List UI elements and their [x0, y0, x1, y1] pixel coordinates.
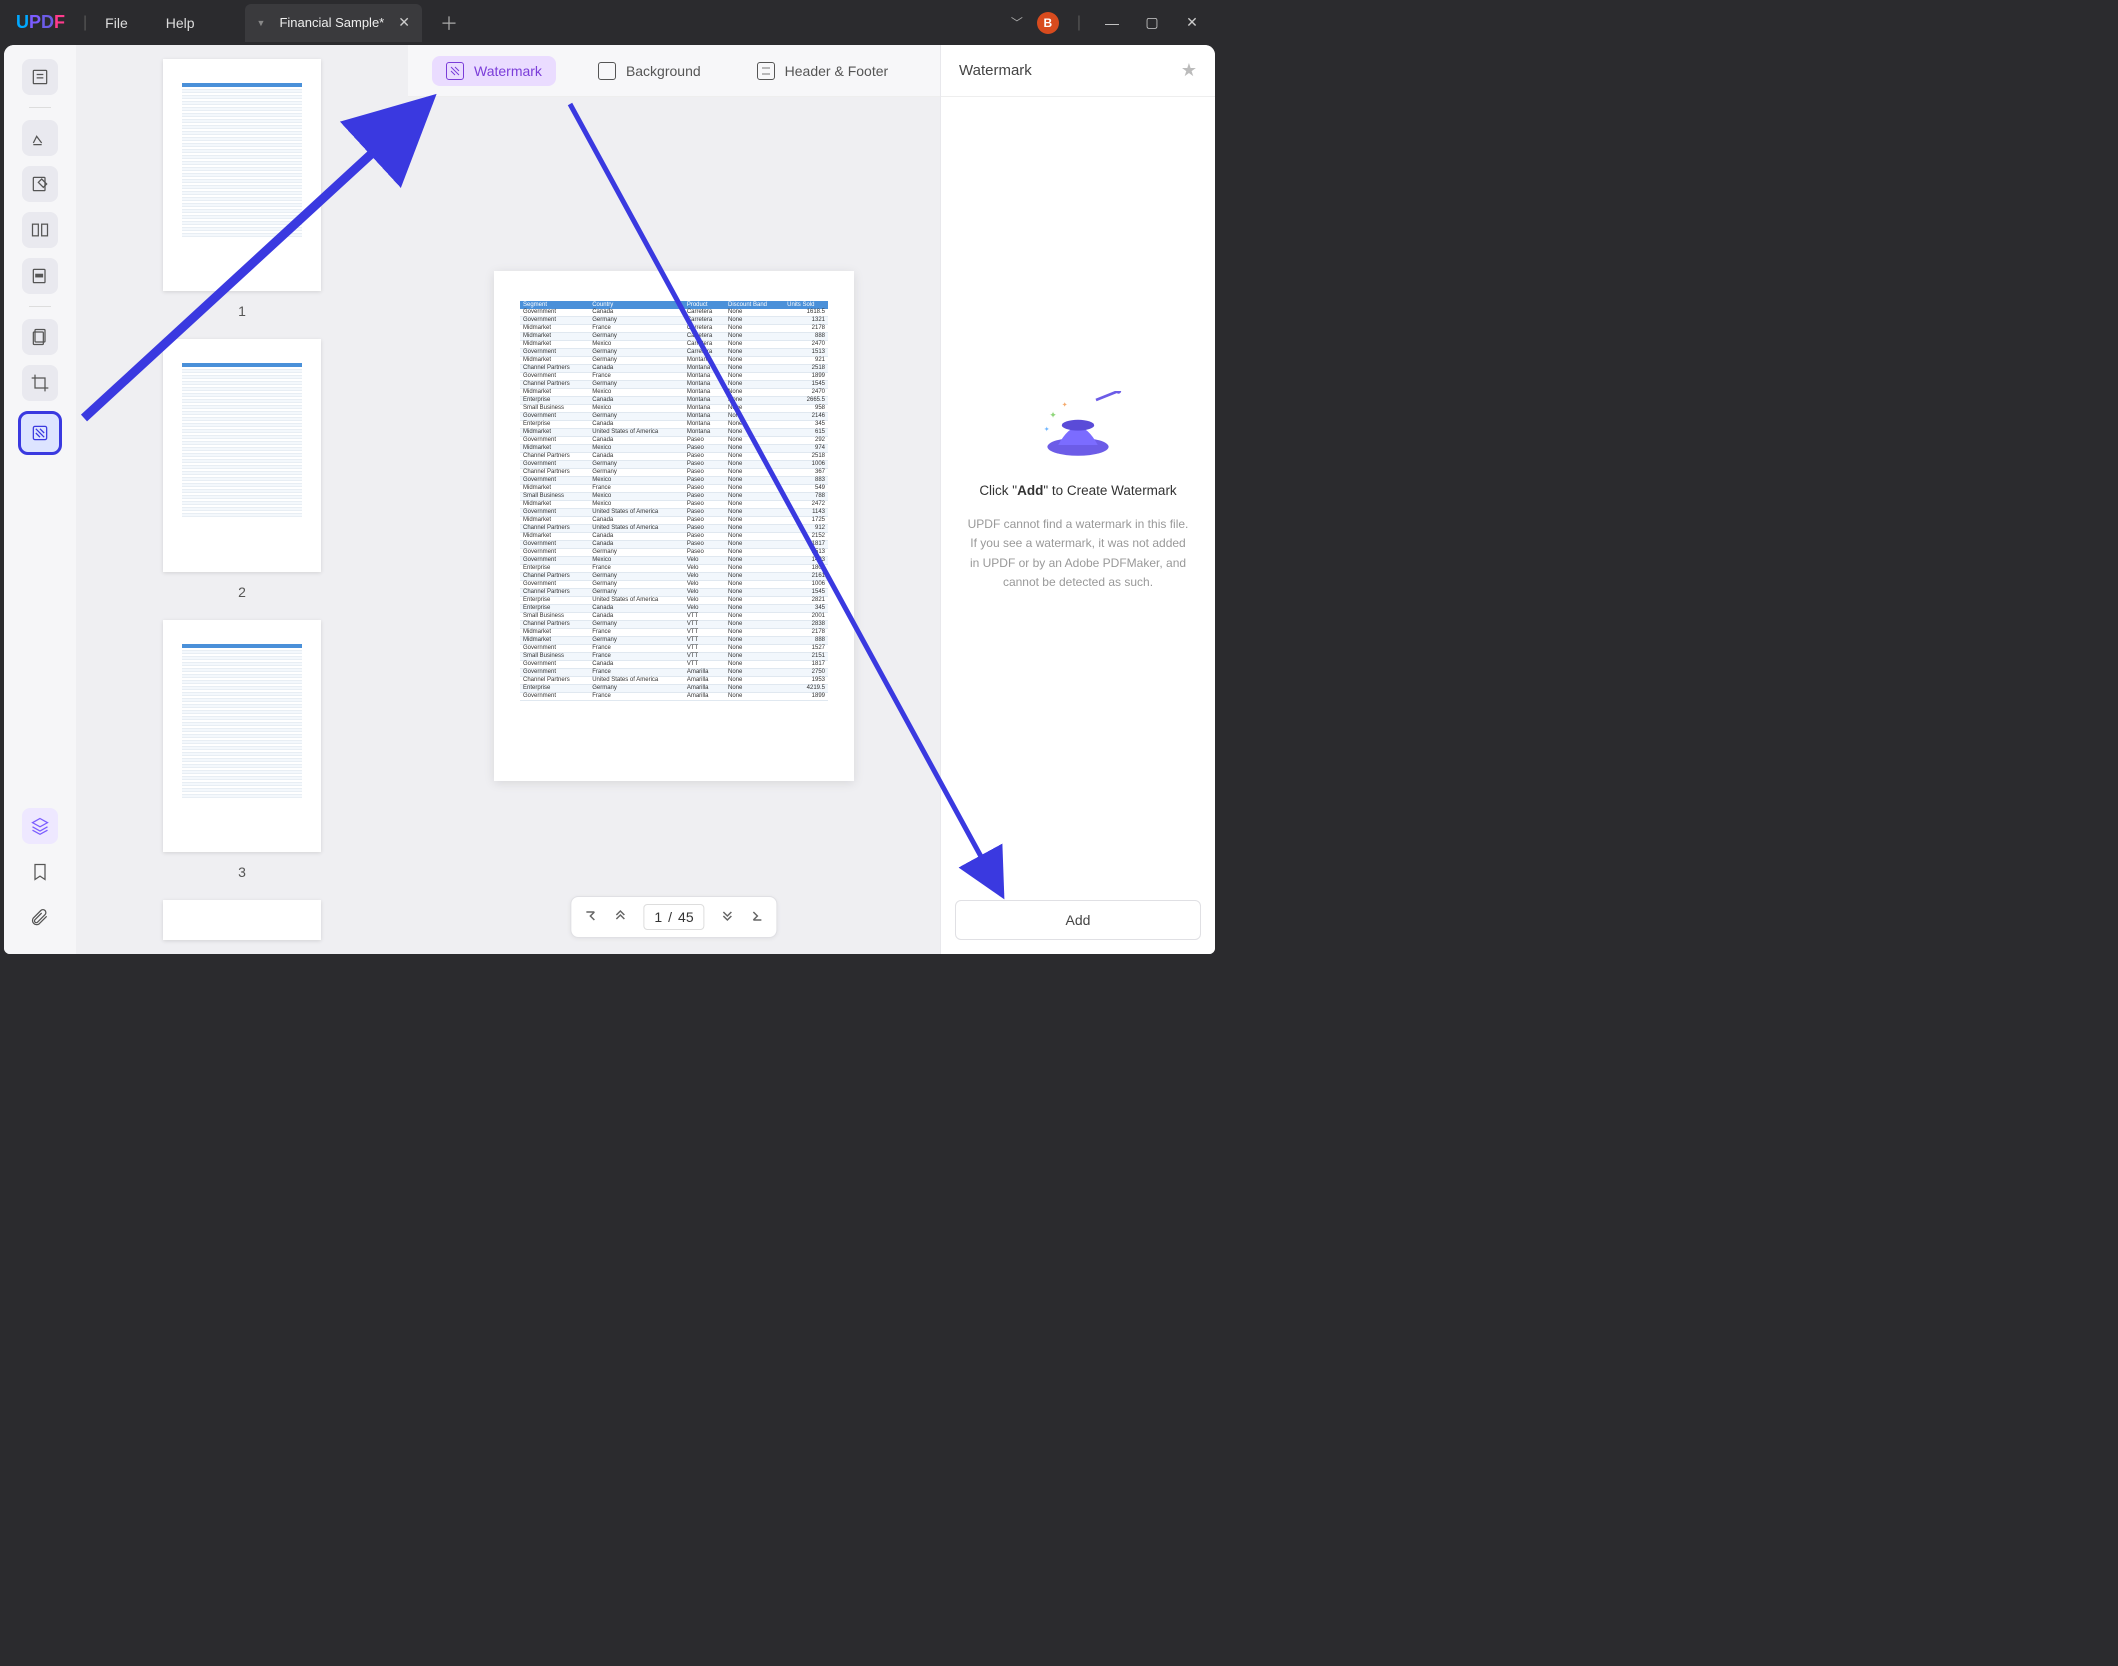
current-page: 1 — [654, 909, 662, 925]
tab-label: Watermark — [474, 63, 542, 79]
page-navigator: 1 / 45 — [570, 896, 777, 938]
page-thumbnail-2[interactable] — [163, 339, 321, 571]
favorite-icon[interactable]: ★ — [1181, 60, 1197, 81]
watermark-tool[interactable] — [18, 411, 62, 455]
user-avatar[interactable]: B — [1037, 12, 1059, 34]
magic-hat-illustration: ✦ ✦ ✦ — [1033, 391, 1123, 461]
watermark-panel: Watermark ★ ✦ ✦ ✦ Click "Add" to Create Wa… — [940, 45, 1215, 954]
document-viewport[interactable]: SegmentCountryProductDiscount BandUnits … — [408, 97, 940, 954]
attachment-tool[interactable] — [22, 900, 58, 936]
svg-text:✦: ✦ — [1062, 400, 1068, 409]
crop-tool[interactable] — [22, 365, 58, 401]
page-thumbnail-1[interactable] — [163, 59, 321, 291]
watermark-icon — [446, 62, 464, 80]
separator: | — [83, 14, 87, 32]
thumb-page-number: 2 — [238, 584, 246, 600]
financial-table: SegmentCountryProductDiscount BandUnits … — [520, 301, 828, 701]
document-page: SegmentCountryProductDiscount BandUnits … — [494, 271, 854, 781]
panel-title: Watermark — [959, 62, 1032, 79]
thumb-page-number: 1 — [238, 303, 246, 319]
left-toolbar — [4, 45, 76, 954]
sidebar-bottom — [22, 808, 58, 954]
page-tools-tabs: Watermark Background Header & Footer — [408, 45, 940, 97]
first-page-icon[interactable] — [583, 909, 597, 926]
tab-label: Header & Footer — [785, 63, 889, 79]
next-page-icon[interactable] — [721, 909, 735, 926]
center-area: Watermark Background Header & Footer Seg… — [408, 45, 940, 954]
organize-tool[interactable] — [22, 212, 58, 248]
page-thumbnail-3[interactable] — [163, 620, 321, 852]
account-dropdown-icon[interactable]: ﹀ — [1011, 14, 1023, 31]
close-tab-icon[interactable]: ✕ — [398, 14, 410, 31]
maximize-icon[interactable]: ▢ — [1139, 14, 1165, 31]
titlebar: UPDF | File Help ▼ Financial Sample* ✕ ＋… — [0, 0, 1219, 45]
tab-dropdown-icon[interactable]: ▼ — [257, 18, 266, 28]
layers-tool[interactable] — [22, 808, 58, 844]
titlebar-right: ﹀ B | — ▢ ✕ — [1011, 12, 1219, 34]
menu-help[interactable]: Help — [166, 15, 195, 31]
tab-header-footer[interactable]: Header & Footer — [743, 56, 903, 86]
tab-label: Background — [626, 63, 701, 79]
empty-state-subtext: UPDF cannot find a watermark in this fil… — [965, 515, 1191, 592]
edit-tool[interactable] — [22, 166, 58, 202]
thumbnail-panel[interactable]: 1 2 3 — [76, 45, 408, 954]
separator: | — [1077, 14, 1081, 32]
header-footer-icon — [757, 62, 775, 80]
new-tab-button[interactable]: ＋ — [440, 10, 458, 36]
separator — [29, 306, 51, 307]
app-logo: UPDF — [16, 12, 65, 33]
menu-file[interactable]: File — [105, 15, 128, 31]
redact-tool[interactable] — [22, 258, 58, 294]
svg-text:✦: ✦ — [1049, 410, 1057, 420]
document-tab[interactable]: ▼ Financial Sample* ✕ — [245, 4, 422, 42]
minimize-icon[interactable]: — — [1099, 15, 1125, 31]
tab-watermark[interactable]: Watermark — [432, 56, 556, 86]
prev-page-icon[interactable] — [613, 909, 627, 926]
close-window-icon[interactable]: ✕ — [1179, 14, 1205, 31]
svg-text:✦: ✦ — [1044, 425, 1050, 434]
page-input[interactable]: 1 / 45 — [643, 904, 704, 930]
page-tool[interactable] — [22, 319, 58, 355]
panel-body: ✦ ✦ ✦ Click "Add" to Create Watermark UPDF… — [941, 97, 1215, 886]
reader-tool[interactable] — [22, 59, 58, 95]
empty-state-message: Click "Add" to Create Watermark — [979, 481, 1176, 501]
page-sep: / — [668, 909, 672, 925]
total-pages: 45 — [678, 909, 694, 925]
separator — [29, 107, 51, 108]
app-body: 1 2 3 Watermark Background Header & Foot… — [4, 45, 1215, 954]
last-page-icon[interactable] — [751, 909, 765, 926]
bookmark-tool[interactable] — [22, 854, 58, 890]
thumb-page-number: 3 — [238, 864, 246, 880]
panel-header: Watermark ★ — [941, 45, 1215, 97]
add-watermark-button[interactable]: Add — [955, 900, 1201, 940]
page-thumbnail-4[interactable] — [163, 900, 321, 940]
tab-title: Financial Sample* — [279, 15, 384, 30]
tab-background[interactable]: Background — [584, 56, 715, 86]
comment-tool[interactable] — [22, 120, 58, 156]
background-icon — [598, 62, 616, 80]
